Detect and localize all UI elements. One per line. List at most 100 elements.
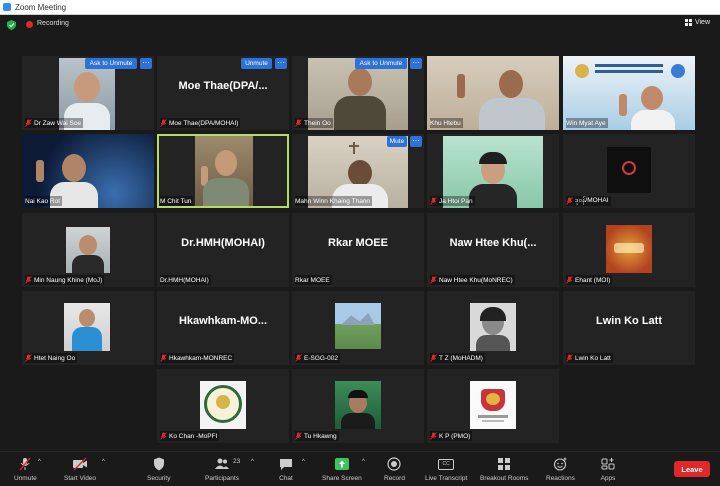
participants-button[interactable]: Participants 23 ^ bbox=[205, 457, 254, 482]
muted-mic-icon bbox=[430, 354, 437, 362]
more-options-button[interactable]: ··· bbox=[410, 58, 422, 69]
participant-name: Lwin Ko Latt bbox=[575, 354, 611, 362]
participant-name: M Chit Tun bbox=[160, 197, 192, 205]
video-tile[interactable]: Tu Hkawng bbox=[292, 369, 424, 443]
video-tile[interactable]: Ja Htoi Pan bbox=[427, 134, 559, 208]
share-options-caret-icon[interactable]: ^ bbox=[362, 459, 365, 465]
ask-to-unmute-button[interactable]: Ask to Unmute bbox=[85, 58, 137, 69]
participant-name: Min Naung Khine (MoJ) bbox=[34, 276, 103, 284]
video-tile[interactable]: Naw Htee Khu(... Naw Htee Khu(MoNREC) bbox=[427, 213, 559, 287]
unmute-button[interactable]: Unmute ^ bbox=[14, 457, 41, 482]
video-tile[interactable]: E-SGG-002 bbox=[292, 291, 424, 365]
unmute-participant-button[interactable]: Unmute bbox=[241, 58, 272, 69]
participant-label: Hkawhkam-MONREC bbox=[160, 353, 235, 363]
video-tile[interactable]: Ask to Unmute ··· Thein Oo bbox=[292, 56, 424, 130]
breakout-rooms-button[interactable]: Breakout Rooms bbox=[480, 457, 528, 482]
participant-name: Htet Naing Oo bbox=[34, 354, 76, 362]
participant-label: Tu Hkawng bbox=[295, 431, 339, 441]
chat-button[interactable]: Chat ^ bbox=[278, 457, 305, 482]
participant-video bbox=[195, 136, 253, 206]
more-options-button[interactable]: ··· bbox=[140, 58, 152, 69]
apps-button[interactable]: Apps bbox=[600, 457, 616, 482]
encryption-shield-icon[interactable] bbox=[7, 20, 16, 30]
muted-mic-icon bbox=[566, 354, 573, 362]
muted-mic-icon bbox=[25, 354, 32, 362]
video-tile[interactable]: Ko Chan -MoPFI bbox=[157, 369, 289, 443]
participant-video bbox=[66, 227, 110, 273]
live-transcript-button[interactable]: CC Live Transcript bbox=[425, 457, 467, 482]
video-tile-active-speaker[interactable]: M Chit Tun bbox=[157, 134, 289, 208]
video-tile[interactable]: Mute ··· Mahn Winn Khaing Thann bbox=[292, 134, 424, 208]
video-tile[interactable]: Dr.HMH(MOHAI) Dr.HMH(MOHAI) bbox=[157, 213, 289, 287]
video-tile[interactable]: Nai Kao Rot bbox=[22, 134, 154, 208]
participant-display-name: Lwin Ko Latt bbox=[596, 315, 662, 327]
video-tile[interactable]: Lwin Ko Latt Lwin Ko Latt bbox=[563, 291, 695, 365]
chat-options-caret-icon[interactable]: ^ bbox=[302, 459, 305, 465]
zoom-logo-icon bbox=[3, 3, 11, 11]
participant-name: Nai Kao Rot bbox=[25, 197, 61, 205]
view-label: View bbox=[694, 19, 710, 26]
participant-name: T Z (MoHADM) bbox=[439, 354, 483, 362]
participant-name: K P (PMO) bbox=[439, 432, 471, 440]
participants-options-caret-icon[interactable]: ^ bbox=[251, 459, 254, 465]
participant-name: Dr Zaw Wai Soe bbox=[34, 119, 82, 127]
participant-display-name: Naw Htee Khu(... bbox=[449, 237, 537, 249]
muted-mic-icon bbox=[25, 276, 32, 284]
participant-name: Mahn Winn Khaing Thann bbox=[295, 197, 371, 205]
reactions-button[interactable]: Reactions bbox=[546, 457, 575, 482]
muted-mic-icon bbox=[160, 432, 167, 440]
participant-name: Ehant (MOI) bbox=[575, 276, 611, 284]
video-tile[interactable]: T Z (MoHADM) bbox=[427, 291, 559, 365]
participant-avatar-image bbox=[606, 225, 652, 273]
participant-name: Tu Hkawng bbox=[304, 432, 337, 440]
muted-microphone-icon bbox=[19, 457, 31, 471]
leave-meeting-button[interactable]: Leave bbox=[674, 461, 710, 477]
security-shield-icon bbox=[153, 457, 164, 471]
participant-display-name: Moe Thae(DPA/... bbox=[178, 80, 268, 92]
recording-label: Recording bbox=[37, 20, 69, 27]
record-button[interactable]: Record bbox=[384, 457, 405, 482]
share-screen-button[interactable]: Share Screen ^ bbox=[322, 457, 365, 482]
participant-label: Min Naung Khine (MoJ) bbox=[25, 275, 105, 285]
participant-name: E-SGG-002 bbox=[304, 354, 338, 362]
more-options-button[interactable]: ··· bbox=[410, 136, 422, 147]
participant-name: Win Myat Aye bbox=[566, 119, 606, 127]
participant-name: Hkawhkam-MONREC bbox=[169, 354, 233, 362]
participant-label: T Z (MoHADM) bbox=[430, 353, 485, 363]
muted-mic-icon bbox=[430, 276, 437, 284]
security-button[interactable]: Security bbox=[147, 457, 170, 482]
reactions-smiley-icon bbox=[554, 457, 567, 471]
audio-options-caret-icon[interactable]: ^ bbox=[38, 459, 41, 465]
participant-display-name: Rkar MOEE bbox=[328, 237, 388, 249]
share-screen-icon bbox=[334, 458, 349, 470]
video-tile[interactable]: K P (PMO) bbox=[427, 369, 559, 443]
video-tile[interactable]: Ehant (MOI) bbox=[563, 213, 695, 287]
start-video-button[interactable]: Start Video ^ bbox=[64, 457, 105, 482]
video-tile[interactable]: Win Myat Aye bbox=[563, 56, 695, 130]
video-tile[interactable]: Khu Htebu bbox=[427, 56, 559, 130]
video-tile[interactable]: ဒုဝန်/MOHAI bbox=[563, 134, 695, 208]
video-tile[interactable]: Hkawhkam-MO... Hkawhkam-MONREC bbox=[157, 291, 289, 365]
video-tile[interactable]: Min Naung Khine (MoJ) bbox=[22, 213, 154, 287]
video-options-caret-icon[interactable]: ^ bbox=[102, 459, 105, 465]
muted-mic-icon bbox=[295, 354, 302, 362]
view-button[interactable]: View bbox=[684, 19, 710, 26]
participant-label: Ko Chan -MoPFI bbox=[160, 431, 220, 441]
participant-label: E-SGG-002 bbox=[295, 353, 340, 363]
participant-label: Ehant (MOI) bbox=[566, 275, 613, 285]
more-options-button[interactable]: ··· bbox=[275, 58, 287, 69]
muted-mic-icon bbox=[295, 432, 302, 440]
participant-name: Moe Thae(DPA/MOHAI) bbox=[169, 119, 239, 127]
video-tile[interactable]: Rkar MOEE Rkar MOEE bbox=[292, 213, 424, 287]
participant-label: M Chit Tun bbox=[160, 196, 194, 206]
video-tile[interactable]: Htet Naing Oo bbox=[22, 291, 154, 365]
participant-label: Nai Kao Rot bbox=[25, 196, 63, 206]
participant-label: Moe Thae(DPA/MOHAI) bbox=[160, 118, 241, 128]
video-tile[interactable]: Moe Thae(DPA/... Unmute ··· Moe Thae(DPA… bbox=[157, 56, 289, 130]
participant-name: Thein Oo bbox=[304, 119, 331, 127]
mute-participant-button[interactable]: Mute bbox=[387, 136, 407, 147]
participant-label: Ja Htoi Pan bbox=[430, 196, 475, 206]
ask-to-unmute-button[interactable]: Ask to Unmute bbox=[355, 58, 407, 69]
video-tile[interactable]: Ask to Unmute ··· Dr Zaw Wai Soe bbox=[22, 56, 154, 130]
participant-name: ဒုဝန်/MOHAI bbox=[575, 196, 609, 204]
